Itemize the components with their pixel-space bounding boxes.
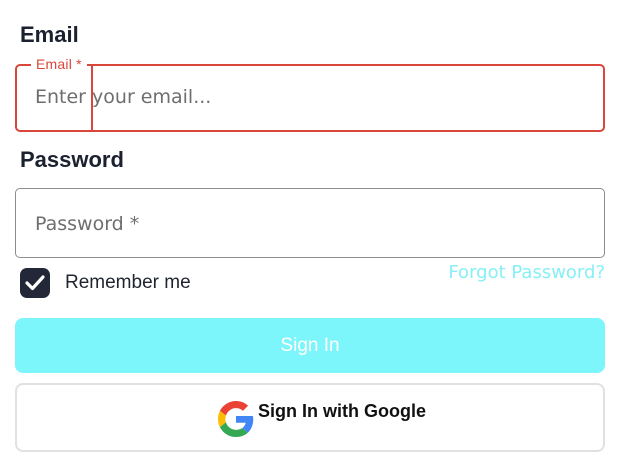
google-sign-in-button[interactable]: Sign In with Google bbox=[15, 383, 605, 452]
email-heading: Email bbox=[20, 22, 79, 47]
forgot-password-link[interactable]: Forgot Password? bbox=[448, 262, 605, 283]
password-input[interactable] bbox=[35, 213, 575, 235]
email-field-label: Email * bbox=[31, 56, 87, 72]
email-field[interactable]: Email * bbox=[15, 56, 605, 132]
sign-in-button[interactable]: Sign In bbox=[15, 318, 605, 373]
password-heading: Password bbox=[20, 147, 124, 172]
email-input[interactable] bbox=[35, 86, 575, 108]
text-cursor bbox=[91, 66, 93, 130]
password-field[interactable] bbox=[15, 188, 605, 258]
remember-me-checkbox[interactable] bbox=[20, 268, 50, 298]
google-sign-in-label: Sign In with Google bbox=[258, 401, 426, 421]
google-logo-icon bbox=[218, 401, 254, 437]
checkmark-icon bbox=[25, 275, 45, 291]
remember-me-label: Remember me bbox=[65, 272, 191, 293]
